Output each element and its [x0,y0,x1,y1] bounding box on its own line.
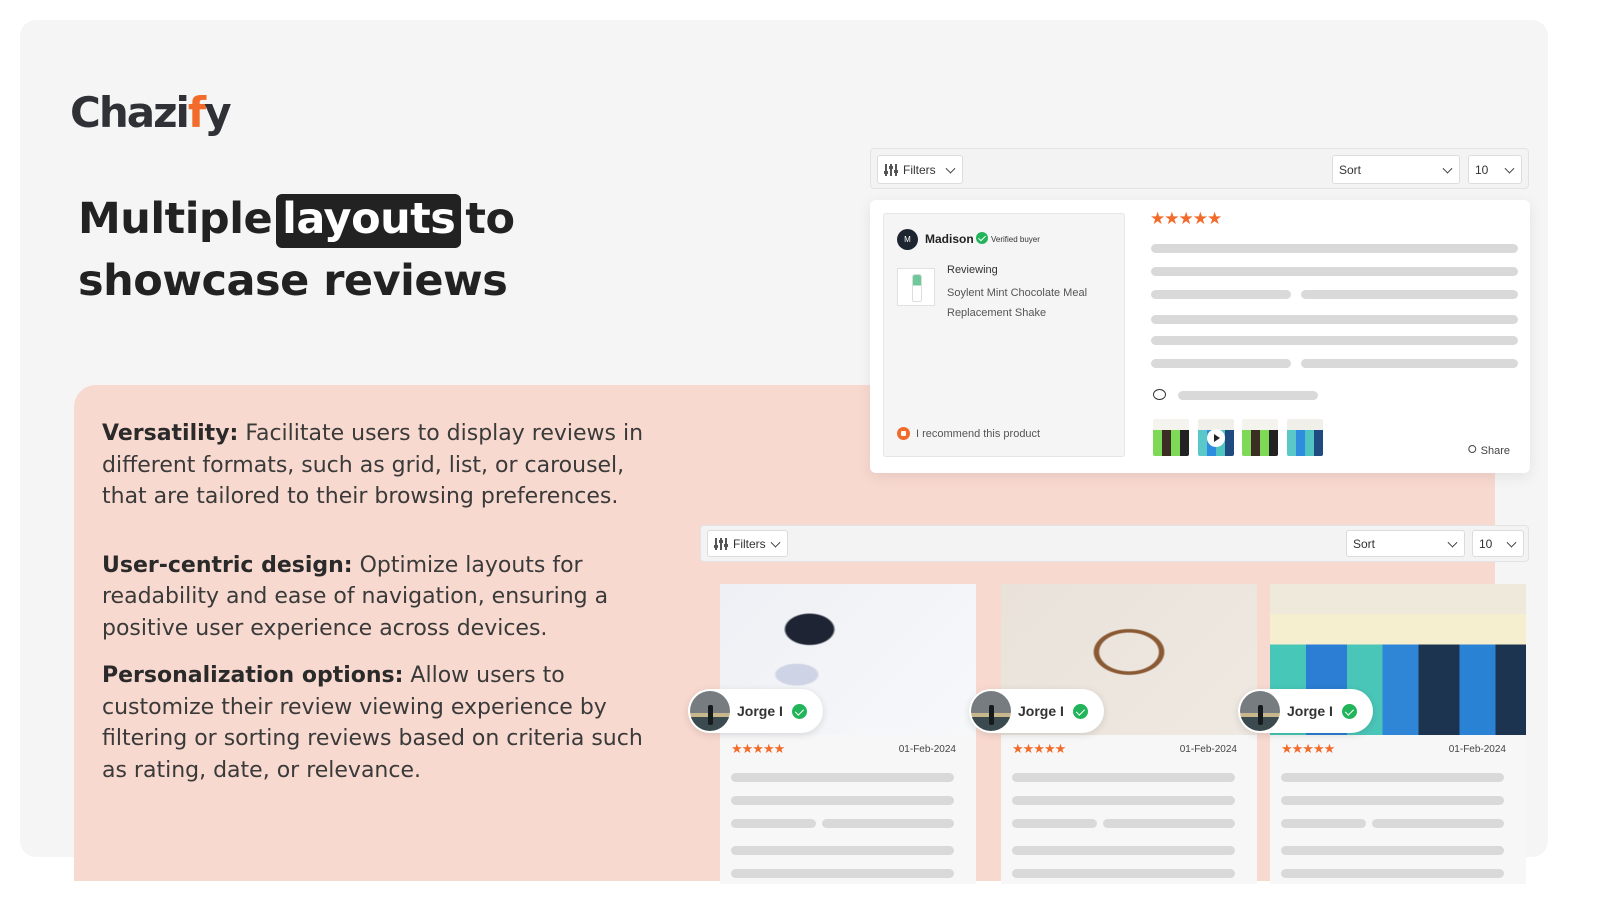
text-placeholder [1012,773,1235,782]
per-page-select[interactable]: 10 [1468,155,1522,184]
avatar [690,691,730,731]
sort-select[interactable]: Sort [1332,155,1460,184]
text-placeholder [731,773,954,782]
text-placeholder [1281,846,1504,855]
review-media-thumb[interactable] [1153,419,1189,456]
reviewer-panel: M Madison Verified buyer Reviewing Soyle… [883,213,1125,457]
share-button[interactable]: ⭘ Share [1468,444,1510,457]
text-placeholder [1281,773,1504,782]
list-toolbar: Filters Sort 10 [870,148,1529,189]
chazify-logo: Chazify [70,88,232,137]
chevron-down-icon [1504,163,1515,174]
text-placeholder [1301,290,1518,299]
filters-button[interactable]: Filters [707,530,788,557]
text-placeholder [1012,796,1235,805]
feature-user-centric: User-centric design: Optimize layouts fo… [102,552,609,641]
reviewing-label: Reviewing [947,264,998,276]
chevron-down-icon [1442,163,1453,174]
per-page-select[interactable]: 10 [1472,530,1524,557]
filter-sliders-icon [883,163,898,176]
sort-select[interactable]: Sort [1346,530,1465,557]
page-headline: Multiple layouts to showcase reviews [78,194,515,306]
verified-check-icon [1073,704,1088,719]
text-placeholder [1151,290,1291,299]
review-date: 01-Feb-2024 [1179,744,1237,755]
author-badge[interactable]: Jorge I [969,689,1104,733]
feature-list: Versatility: Facilitate users to display… [102,418,662,823]
grid-review-card[interactable]: ★★★★★ 01-Feb-2024 [1001,584,1257,884]
text-placeholder [731,846,954,855]
review-video-thumb[interactable] [1198,419,1234,456]
text-placeholder [1012,846,1235,855]
text-placeholder [1103,819,1235,828]
text-placeholder [1281,796,1504,805]
reply-placeholder [1178,391,1318,400]
author-name: Jorge I [737,703,783,719]
review-media-thumb[interactable] [1287,419,1323,456]
avatar [971,691,1011,731]
bottle-icon [912,274,922,302]
text-placeholder [1281,819,1366,828]
text-placeholder [1372,819,1504,828]
verified-check-icon [1342,704,1357,719]
text-placeholder [731,796,954,805]
review-date: 01-Feb-2024 [898,744,956,755]
author-badge[interactable]: Jorge I [688,689,823,733]
filter-sliders-icon [713,537,728,550]
text-placeholder [1012,869,1235,878]
text-placeholder [1151,244,1518,253]
text-placeholder [822,819,954,828]
chevron-down-icon [1447,537,1458,548]
comment-icon[interactable] [1153,389,1166,400]
text-placeholder [1301,359,1518,368]
feature-versatility: Versatility: Facilitate users to display… [102,421,644,509]
feature-personalization: Personalization options: Allow users to … [102,663,643,783]
grid-toolbar: Filters Sort 10 [700,525,1529,562]
chevron-down-icon [945,163,956,174]
reviewer-name: Madison [925,232,974,246]
verified-check-icon [792,704,807,719]
star-rating: ★★★★★ [1281,741,1335,756]
avatar [1240,691,1280,731]
star-rating: ★★★★★ [1012,741,1066,756]
review-media-thumb[interactable] [1242,419,1278,456]
filters-button[interactable]: Filters [877,155,963,184]
author-badge[interactable]: Jorge I [1238,689,1373,733]
author-name: Jorge I [1018,703,1064,719]
text-placeholder [1151,315,1518,324]
text-placeholder [1151,267,1518,276]
avatar: M [897,229,918,250]
chevron-down-icon [770,537,781,548]
play-icon [1207,429,1225,447]
list-review-card: M Madison Verified buyer Reviewing Soyle… [870,200,1530,473]
text-placeholder [1151,359,1291,368]
author-name: Jorge I [1287,703,1333,719]
text-placeholder [1012,819,1097,828]
headline-highlight: layouts [276,194,462,248]
verified-check-icon [976,232,988,244]
chevron-down-icon [1506,537,1517,548]
text-placeholder [731,819,816,828]
recommend-indicator: I recommend this product [897,427,1040,440]
text-placeholder [731,869,954,878]
text-placeholder [1151,336,1518,345]
grid-review-card[interactable]: ★★★★★ 01-Feb-2024 [720,584,976,884]
review-date: 01-Feb-2024 [1448,744,1506,755]
star-rating: ★★★★★ [1150,209,1222,228]
share-icon: ⭘ [1467,444,1477,456]
grid-review-card[interactable]: ★★★★★ 01-Feb-2024 [1270,584,1526,884]
star-rating: ★★★★★ [731,741,785,756]
text-placeholder [1281,869,1504,878]
verified-badge: Verified buyer [991,235,1040,244]
thumbs-up-icon [897,427,910,440]
product-name[interactable]: Soylent Mint Chocolate Meal Replacement … [947,283,1117,323]
product-thumbnail[interactable] [897,268,935,306]
